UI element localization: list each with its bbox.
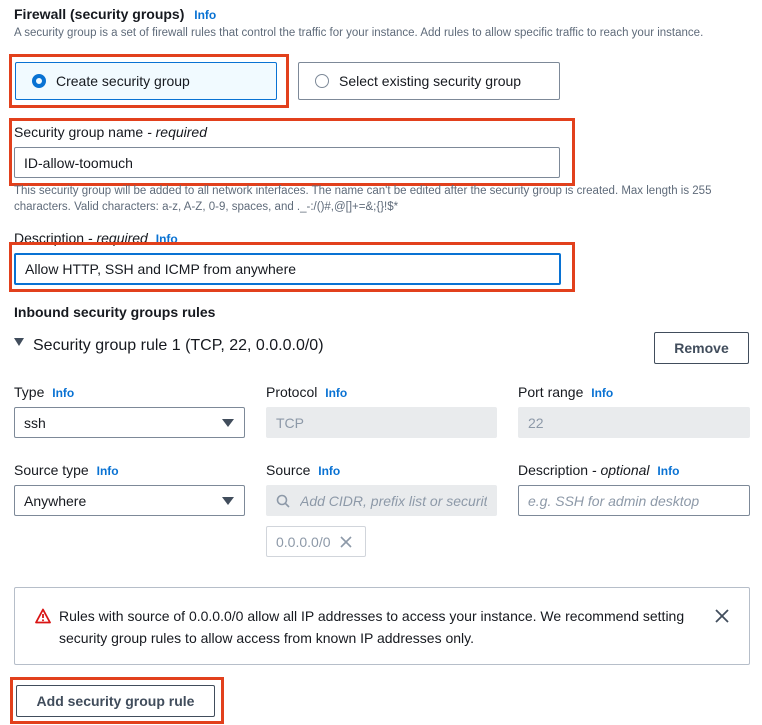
warning-text: Rules with source of 0.0.0.0/0 allow all… <box>59 605 699 649</box>
caret-down-icon[interactable] <box>14 338 24 346</box>
description-required: - required <box>87 230 148 246</box>
chevron-down-icon <box>222 496 234 505</box>
source-input[interactable]: Add CIDR, prefix list or security <box>266 485 497 516</box>
port-value: 22 <box>528 414 544 431</box>
source-token-value: 0.0.0.0/0 <box>276 533 331 550</box>
port-label: Port range Info <box>518 384 613 400</box>
description-value: Allow HTTP, SSH and ICMP from anywhere <box>25 261 297 277</box>
port-info-link[interactable]: Info <box>591 386 613 400</box>
search-icon <box>276 494 290 508</box>
type-label-text: Type <box>14 384 45 400</box>
select-option-label: Select existing security group <box>339 73 522 89</box>
type-value: ssh <box>24 414 46 431</box>
rule-title: Security group rule 1 (TCP, 22, 0.0.0.0/… <box>33 337 324 354</box>
source-type-label: Source type Info <box>14 462 119 478</box>
firewall-section-header: Firewall (security groups) Info <box>14 6 216 22</box>
firewall-description: A security group is a set of firewall ru… <box>14 27 704 39</box>
protocol-info-link[interactable]: Info <box>325 386 347 400</box>
protocol-label-text: Protocol <box>266 384 318 400</box>
group-name-input[interactable]: ID-allow-toomuch <box>14 147 560 178</box>
warning-line-2: security group rules to allow access fro… <box>59 630 475 646</box>
description-label: Description - required Info <box>14 230 178 246</box>
rule-description-info-link[interactable]: Info <box>657 464 679 478</box>
warning-alert: Rules with source of 0.0.0.0/0 allow all… <box>14 587 750 665</box>
type-label: Type Info <box>14 384 74 400</box>
port-label-text: Port range <box>518 384 584 400</box>
add-security-group-rule-button[interactable]: Add security group rule <box>16 685 215 717</box>
description-info-link[interactable]: Info <box>156 232 178 246</box>
group-name-hint: This security group will be added to all… <box>14 185 712 213</box>
close-icon[interactable] <box>339 535 352 548</box>
select-radio-icon[interactable] <box>315 74 329 88</box>
group-name-label-text: Security group name <box>14 124 144 140</box>
source-label-text: Source <box>266 462 311 478</box>
firewall-title: Firewall (security groups) <box>14 6 185 22</box>
inbound-rules-title: Inbound security groups rules <box>14 304 216 320</box>
group-name-required: - required <box>147 124 207 140</box>
protocol-field: TCP <box>266 407 497 438</box>
dismiss-close-icon[interactable] <box>715 609 729 623</box>
rule-description-label: Description - optional Info <box>518 462 679 478</box>
firewall-info-link[interactable]: Info <box>194 8 216 22</box>
rule-description-optional: - optional <box>591 462 650 478</box>
rule-description-label-text: Description <box>518 462 589 478</box>
rule-header[interactable]: Security group rule 1 (TCP, 22, 0.0.0.0/… <box>14 337 324 355</box>
source-type-select[interactable]: Anywhere <box>14 485 245 516</box>
create-option-label: Create security group <box>56 73 190 89</box>
source-label: Source Info <box>266 462 340 478</box>
rule-description-input[interactable]: e.g. SSH for admin desktop <box>518 485 750 516</box>
protocol-label: Protocol Info <box>266 384 347 400</box>
source-info-link[interactable]: Info <box>318 464 340 478</box>
description-label-text: Description <box>14 230 85 246</box>
source-token: 0.0.0.0/0 <box>266 526 366 557</box>
group-name-value: ID-allow-toomuch <box>24 154 133 171</box>
port-range-field: 22 <box>518 407 750 438</box>
rule-description-placeholder: e.g. SSH for admin desktop <box>528 492 700 509</box>
create-security-group-option[interactable]: Create security group <box>15 62 277 100</box>
group-name-label: Security group name - required <box>14 124 207 140</box>
chevron-down-icon <box>222 418 234 427</box>
remove-rule-button[interactable]: Remove <box>654 332 749 364</box>
create-radio-icon[interactable] <box>32 74 46 88</box>
type-select[interactable]: ssh <box>14 407 245 438</box>
warning-icon <box>35 608 51 624</box>
description-input[interactable]: Allow HTTP, SSH and ICMP from anywhere <box>14 253 561 285</box>
source-placeholder: Add CIDR, prefix list or security <box>300 492 487 509</box>
select-existing-group-option[interactable]: Select existing security group <box>298 62 560 100</box>
warning-line-1: Rules with source of 0.0.0.0/0 allow all… <box>59 608 685 624</box>
source-type-info-link[interactable]: Info <box>97 464 119 478</box>
protocol-value: TCP <box>276 414 304 431</box>
type-info-link[interactable]: Info <box>52 386 74 400</box>
source-type-value: Anywhere <box>24 492 87 509</box>
source-type-label-text: Source type <box>14 462 89 478</box>
